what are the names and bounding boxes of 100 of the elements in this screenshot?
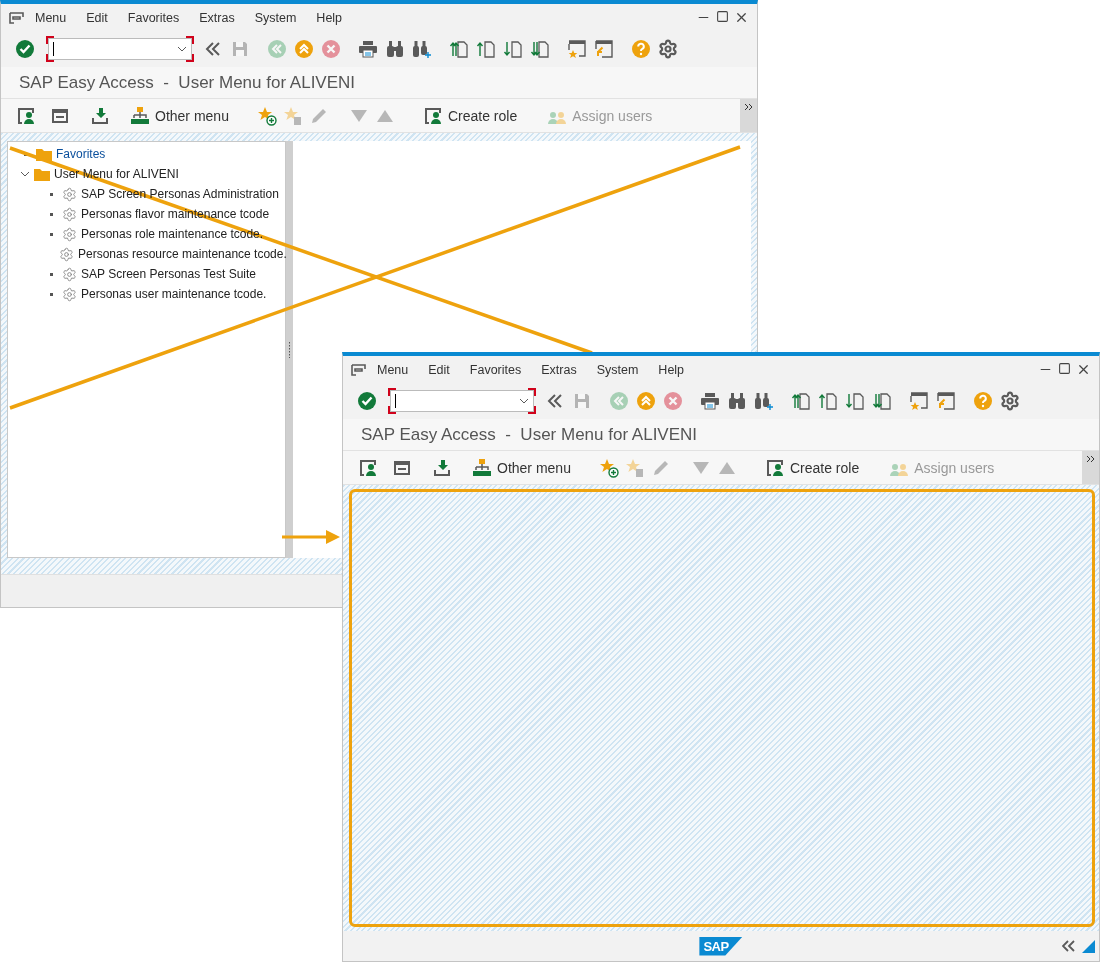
menu-item[interactable]: Help bbox=[648, 362, 695, 377]
dropdown-chevron-icon[interactable] bbox=[177, 45, 187, 53]
shortcut-button[interactable] bbox=[934, 389, 958, 413]
menu-item[interactable]: Favorites bbox=[459, 362, 532, 377]
menu-item[interactable]: Extras bbox=[531, 362, 587, 377]
double-chevron-left-icon[interactable] bbox=[1062, 940, 1076, 952]
screen-title: SAP Easy Access - User Menu for ALIVENI bbox=[361, 424, 698, 445]
menu-item[interactable]: Menu bbox=[367, 362, 419, 377]
tree-bullet bbox=[50, 292, 53, 296]
sap-logo: SAP bbox=[699, 936, 743, 956]
page-down-icon bbox=[872, 391, 892, 411]
menu-icon[interactable] bbox=[351, 362, 367, 377]
star-trash-icon bbox=[282, 105, 303, 126]
download-icon bbox=[90, 105, 110, 126]
exit-icon bbox=[294, 39, 314, 59]
person-frame-icon bbox=[422, 105, 443, 126]
tree-item[interactable]: SAP Screen Personas Test Suite bbox=[81, 267, 256, 281]
save-icon bbox=[230, 39, 250, 59]
tree-bullet bbox=[50, 212, 53, 216]
tree-item[interactable]: Favorites bbox=[56, 147, 106, 161]
download-icon bbox=[432, 457, 452, 478]
gear-icon bbox=[62, 286, 77, 302]
gear-icon bbox=[62, 206, 77, 222]
page-up-icon bbox=[449, 39, 469, 59]
page-up-icon bbox=[818, 391, 838, 411]
tree-bullet bbox=[50, 272, 53, 276]
close-icon[interactable] bbox=[1076, 362, 1091, 377]
save-icon bbox=[572, 391, 592, 411]
screen-title: SAP Easy Access - User Menu for ALIVENI bbox=[19, 72, 356, 93]
window-arrow-icon bbox=[594, 39, 614, 59]
menu-item[interactable]: Favorites bbox=[117, 10, 190, 25]
hierarchy-icon bbox=[472, 457, 492, 478]
enter-button[interactable] bbox=[13, 37, 37, 61]
menu-item[interactable]: Menu bbox=[25, 10, 77, 25]
shortcut-button[interactable] bbox=[592, 37, 616, 61]
create-role-button[interactable]: Create role bbox=[419, 102, 521, 129]
menu-icon[interactable] bbox=[9, 10, 25, 25]
command-field[interactable] bbox=[48, 38, 192, 60]
window-star-icon bbox=[909, 391, 929, 411]
tree-bullet bbox=[24, 152, 27, 156]
menu-item[interactable]: Edit bbox=[76, 10, 118, 25]
page-up-icon bbox=[476, 39, 496, 59]
menu-item[interactable]: Edit bbox=[418, 362, 460, 377]
window-arrow-icon bbox=[936, 391, 956, 411]
new-session-button[interactable] bbox=[565, 37, 589, 61]
dropdown-chevron-icon[interactable] bbox=[519, 397, 529, 405]
other-menu-button[interactable]: Other menu bbox=[469, 454, 574, 481]
tree-bullet bbox=[50, 192, 53, 196]
page-down-icon bbox=[503, 39, 523, 59]
window-star-icon bbox=[567, 39, 587, 59]
settings-icon bbox=[658, 39, 678, 59]
help-icon bbox=[973, 391, 993, 411]
other-menu-button[interactable]: Other menu bbox=[127, 102, 232, 129]
more-button[interactable] bbox=[1082, 451, 1099, 484]
binoculars-plus-icon bbox=[412, 39, 432, 59]
resize-grip-icon[interactable] bbox=[1082, 939, 1095, 953]
star-plus-icon bbox=[256, 105, 277, 126]
customize-button[interactable] bbox=[656, 37, 680, 61]
customize-button[interactable] bbox=[998, 389, 1022, 413]
back-icon bbox=[609, 391, 629, 411]
hierarchy-icon bbox=[130, 105, 150, 126]
page-down-icon bbox=[530, 39, 550, 59]
person-frame-icon bbox=[16, 105, 36, 126]
binoculars-icon bbox=[727, 391, 747, 411]
chevron-down-icon[interactable] bbox=[20, 169, 30, 179]
maximize-icon[interactable] bbox=[1058, 362, 1071, 375]
menu-item[interactable]: System bbox=[586, 362, 649, 377]
menu-item[interactable]: Help bbox=[306, 10, 353, 25]
grip-icon bbox=[288, 340, 291, 359]
arrow-annotation bbox=[282, 530, 340, 544]
command-field[interactable] bbox=[390, 390, 534, 412]
page-down-icon bbox=[845, 391, 865, 411]
menu-item[interactable]: System bbox=[244, 10, 307, 25]
more-button[interactable] bbox=[740, 99, 757, 132]
cancel-icon bbox=[663, 391, 683, 411]
double-chevron-right-icon bbox=[1086, 455, 1095, 463]
create-role-button[interactable]: Create role bbox=[761, 454, 863, 481]
tree-item[interactable]: Personas resource maintenance tcode. bbox=[78, 247, 287, 261]
enter-button[interactable] bbox=[355, 389, 379, 413]
maximize-icon[interactable] bbox=[716, 10, 729, 23]
gear-icon bbox=[62, 266, 77, 282]
gear-icon bbox=[62, 226, 77, 242]
close-icon[interactable] bbox=[734, 10, 749, 25]
help-icon bbox=[631, 39, 651, 59]
new-session-button[interactable] bbox=[907, 389, 931, 413]
cancel-icon bbox=[321, 39, 341, 59]
star-trash-icon bbox=[624, 457, 645, 478]
checkmark-icon bbox=[15, 39, 35, 59]
binoculars-plus-icon bbox=[754, 391, 774, 411]
tree-item[interactable]: User Menu for ALIVENI bbox=[54, 167, 179, 181]
star-plus-icon bbox=[598, 457, 619, 478]
folder-icon bbox=[34, 167, 50, 181]
menu-item[interactable]: Extras bbox=[189, 10, 245, 25]
binoculars-icon bbox=[385, 39, 405, 59]
back-icon bbox=[267, 39, 287, 59]
gear-icon bbox=[59, 246, 74, 262]
tree-item[interactable]: Personas user maintenance tcode. bbox=[81, 287, 267, 301]
page-up-icon bbox=[791, 391, 811, 411]
exit-icon bbox=[636, 391, 656, 411]
settings-icon bbox=[1000, 391, 1020, 411]
